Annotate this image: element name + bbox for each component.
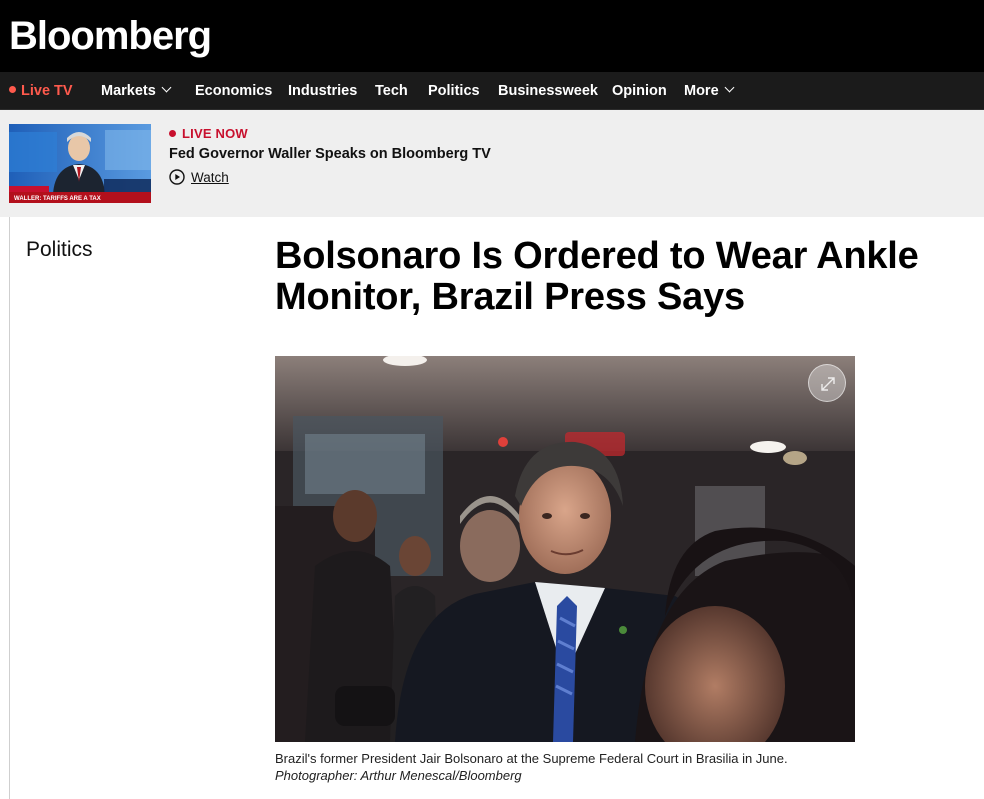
- thumb-ticker-text: WALLER: TARIFFS ARE A TAX: [14, 196, 101, 202]
- nav-item-label: Politics: [428, 83, 480, 99]
- nav-live-tv-label: Live TV: [21, 83, 73, 99]
- image-caption: Brazil's former President Jair Bolsonaro…: [275, 750, 795, 784]
- left-divider: [9, 217, 10, 799]
- live-now-label: LIVE NOW: [182, 126, 248, 141]
- watch-label: Watch: [191, 169, 229, 185]
- expand-icon: [821, 377, 835, 391]
- nav-item-label: Businessweek: [498, 83, 598, 99]
- nav-item-label: More: [684, 83, 719, 99]
- bloomberg-logo[interactable]: Bloomberg: [9, 8, 212, 64]
- live-tv-banner: WALLER: TARIFFS ARE A TAX: [0, 110, 984, 217]
- chevron-down-icon: [724, 82, 735, 93]
- nav-live-tv[interactable]: Live TV: [9, 72, 73, 110]
- article-hero-image: [275, 356, 855, 742]
- anchor-thumbnail-image: WALLER: TARIFFS ARE A TAX: [9, 124, 151, 203]
- watch-link[interactable]: Watch: [169, 169, 229, 185]
- nav-item-more[interactable]: More: [684, 72, 735, 110]
- nav-item-label: Tech: [375, 83, 408, 99]
- live-show-title[interactable]: Fed Governor Waller Speaks on Bloomberg …: [169, 146, 491, 162]
- caption-text: Brazil's former President Jair Bolsonaro…: [275, 751, 788, 766]
- nav-item-businessweek[interactable]: Businessweek: [498, 72, 598, 110]
- live-now-badge: LIVE NOW: [169, 126, 248, 141]
- nav-item-label: Economics: [195, 83, 273, 99]
- live-dot-icon: [9, 86, 16, 93]
- nav-item-industries[interactable]: Industries: [288, 72, 357, 110]
- main-nav: Live TV Markets Economics Industries Tec…: [0, 72, 984, 110]
- chevron-down-icon: [161, 82, 172, 93]
- nav-item-opinion[interactable]: Opinion: [612, 72, 667, 110]
- photo-credit: Photographer: Arthur Menescal/Bloomberg: [275, 768, 522, 783]
- section-label[interactable]: Politics: [26, 238, 93, 262]
- nav-item-markets[interactable]: Markets: [101, 72, 172, 110]
- nav-item-tech[interactable]: Tech: [375, 72, 408, 110]
- headline-line: Monitor, Brazil Press Says: [275, 276, 745, 318]
- top-bar: Bloomberg: [0, 0, 984, 72]
- nav-item-label: Opinion: [612, 83, 667, 99]
- nav-item-economics[interactable]: Economics: [195, 72, 272, 110]
- nav-item-politics[interactable]: Politics: [428, 72, 480, 110]
- live-dot-icon: [169, 130, 176, 137]
- headline-line: Bolsonaro Is Ordered to Wear Ankle: [275, 235, 919, 277]
- live-video-thumbnail[interactable]: WALLER: TARIFFS ARE A TAX: [9, 124, 151, 203]
- article-headline: Bolsonaro Is Ordered to Wear Ankle Monit…: [275, 236, 975, 318]
- nav-item-label: Industries: [288, 83, 358, 99]
- bolsonaro-photo: [275, 356, 855, 742]
- nav-item-label: Markets: [101, 83, 156, 99]
- play-icon: [169, 169, 185, 185]
- expand-image-button[interactable]: [808, 364, 846, 402]
